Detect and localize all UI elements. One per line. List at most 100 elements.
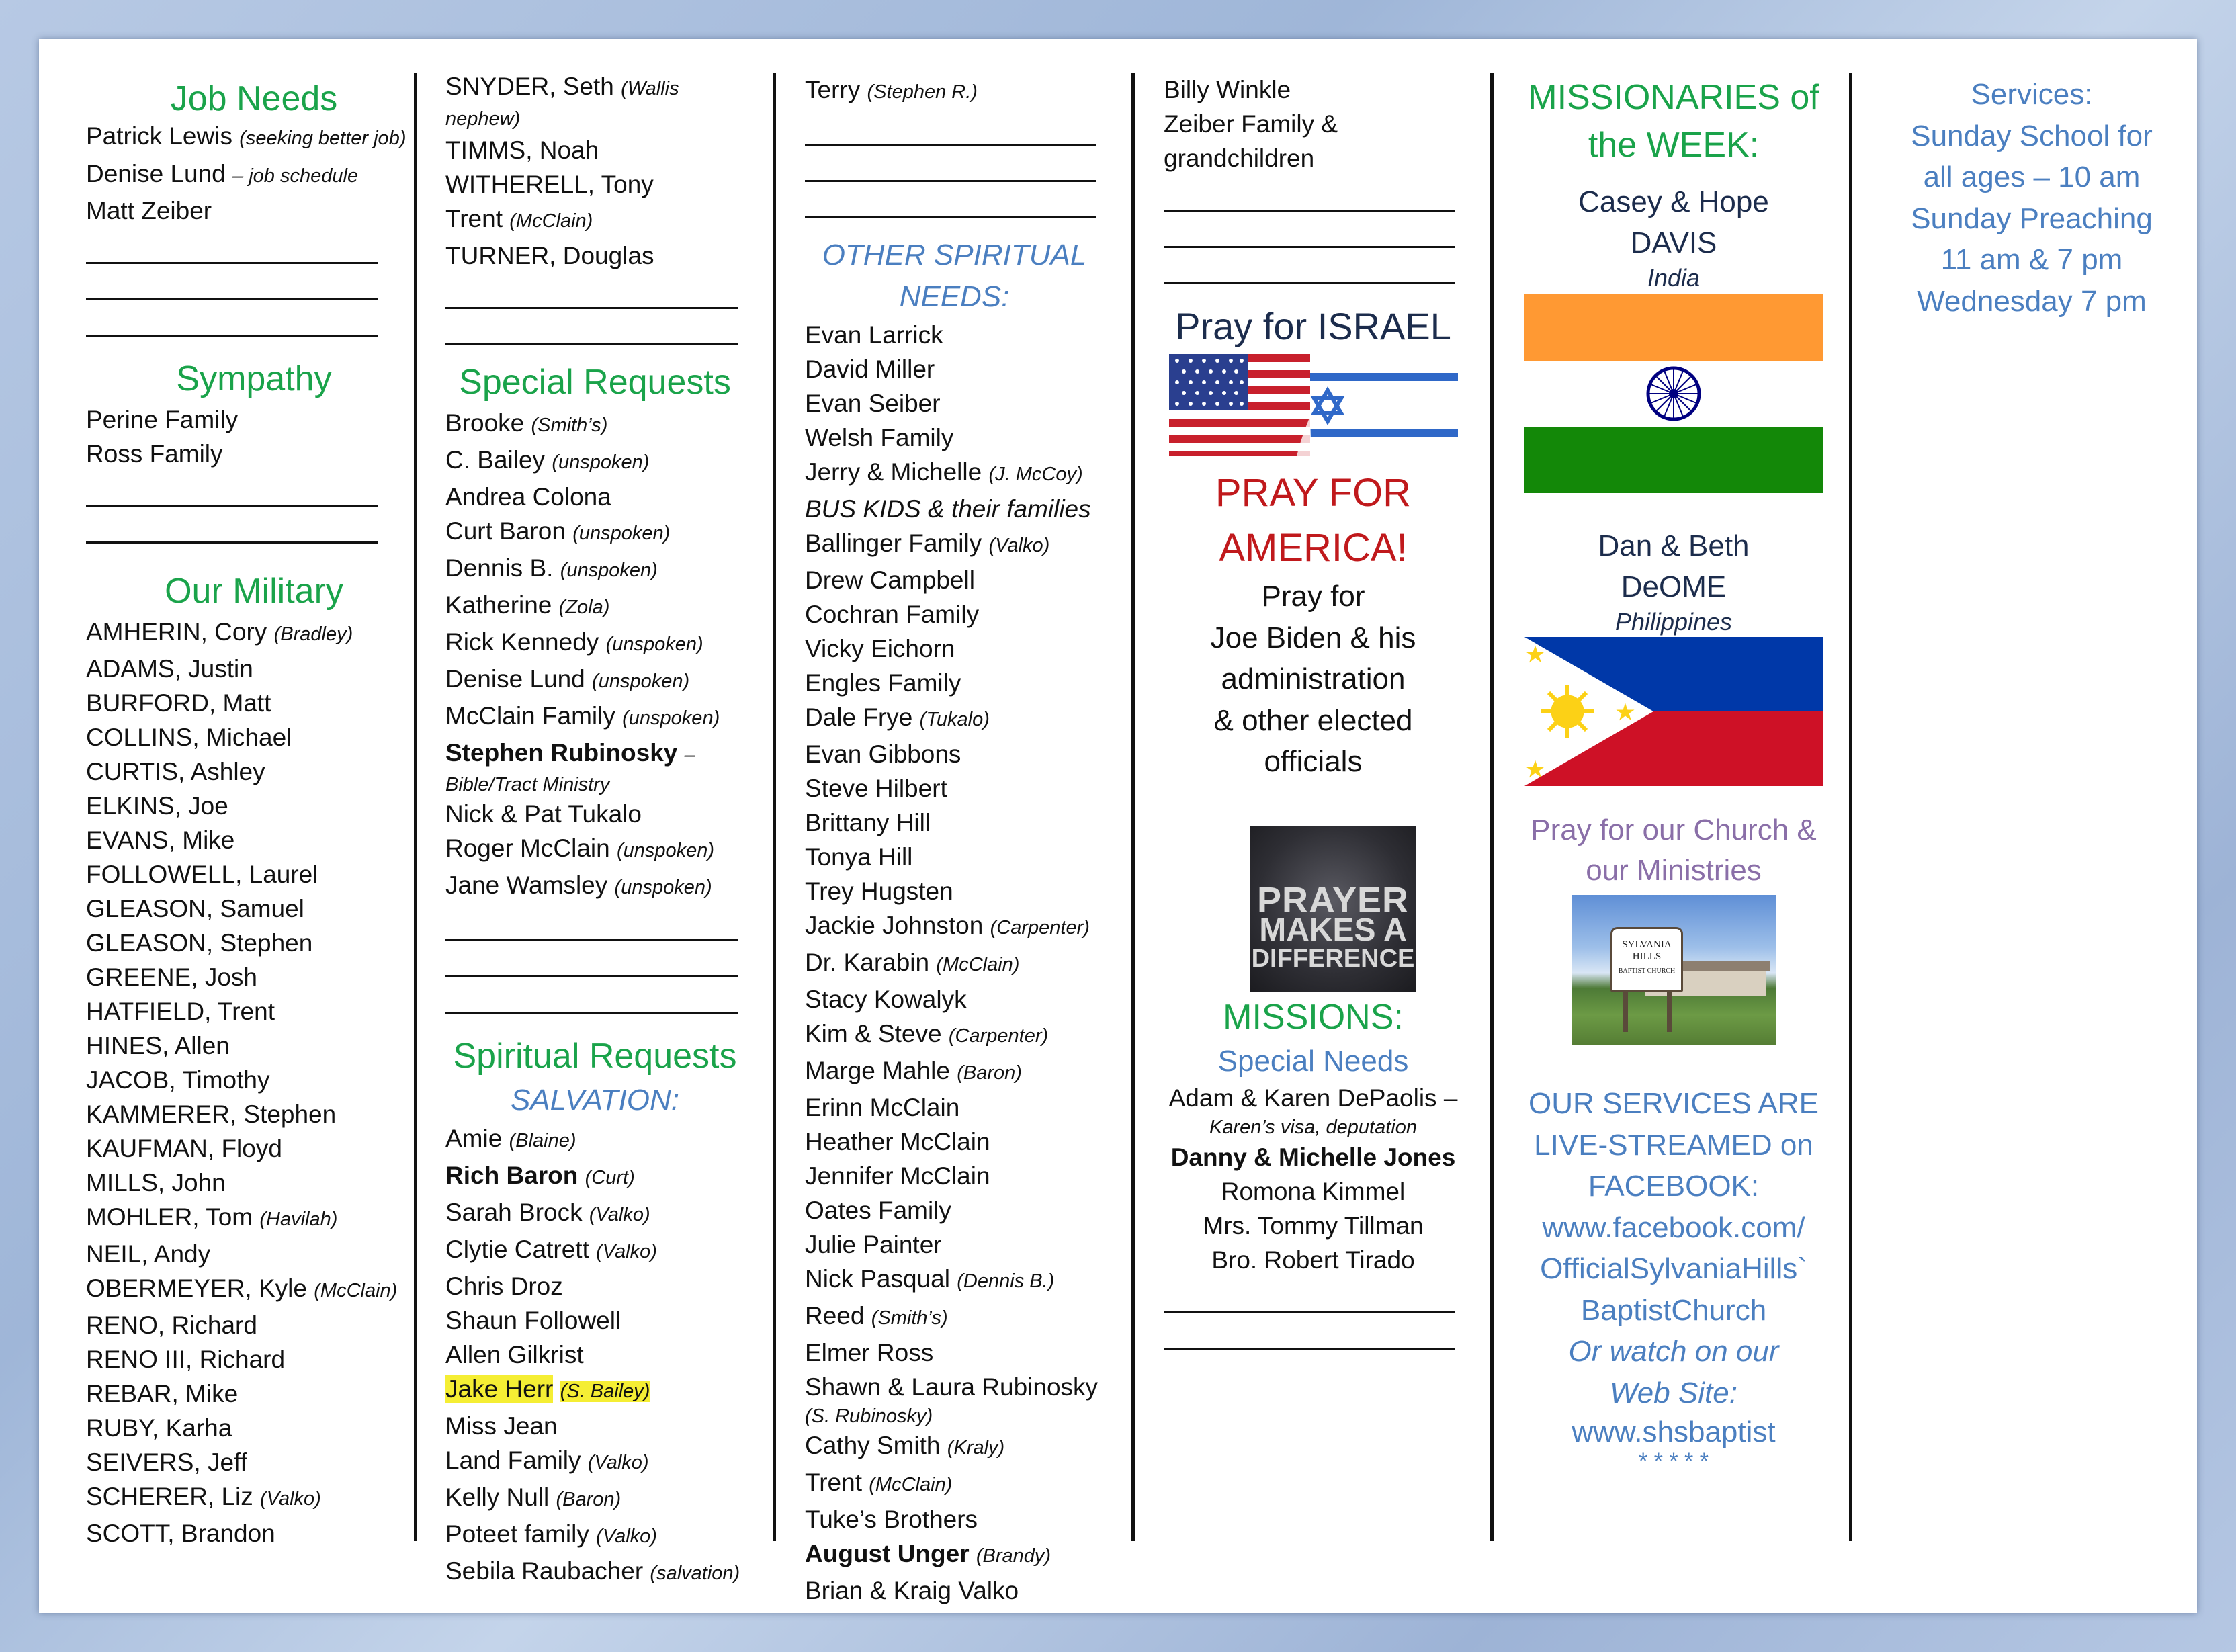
list-item: Trent (McClain) bbox=[445, 205, 593, 232]
list-item: Zeiber Family & bbox=[1164, 110, 1338, 138]
list-item: OBERMEYER, Kyle (McClain) bbox=[86, 1274, 398, 1302]
military-continued-list: SNYDER, Seth (Wallis nephew) TIMMS, Noah… bbox=[445, 73, 795, 273]
military-title: Our Military bbox=[165, 572, 343, 611]
list-item: Allen Gilkrist bbox=[445, 1341, 584, 1368]
column-2: SNYDER, Seth (Wallis nephew) TIMMS, Noah… bbox=[445, 73, 795, 1591]
website-link[interactable]: www.shsbaptist bbox=[1522, 1414, 1825, 1451]
list-item: WITHERELL, Tony bbox=[445, 171, 654, 198]
list-item: Amie (Blaine) bbox=[445, 1125, 576, 1152]
list-item: Roger McClain (unspoken) bbox=[445, 834, 715, 862]
list-item: Billy Winkle bbox=[1164, 76, 1291, 103]
list-item: Terry (Stephen R.) bbox=[805, 76, 978, 103]
column-divider bbox=[414, 73, 417, 1541]
blank-line bbox=[86, 264, 378, 300]
list-item: McClain Family (unspoken) bbox=[445, 702, 720, 730]
list-item: August Unger (Brandy) bbox=[805, 1540, 1051, 1567]
list-item: Andrea Colona bbox=[445, 483, 611, 511]
blank-line bbox=[445, 309, 738, 345]
list-item: Shawn & Laura Rubinosky (S. Rubinosky) bbox=[805, 1373, 1099, 1427]
facebook-link[interactable]: www.facebook.com/ bbox=[1522, 1207, 1825, 1249]
job-needs-title: Job Needs bbox=[170, 79, 338, 118]
prayer-makes-a-difference-image: PRAYER MAKES A DIFFERENCE bbox=[1250, 825, 1416, 992]
list-item: Tonya Hill bbox=[805, 843, 913, 871]
list-item: RENO, Richard bbox=[86, 1311, 257, 1339]
list-item: Trent (McClain) bbox=[805, 1469, 953, 1496]
us-israel-flag-image bbox=[1169, 354, 1458, 456]
list-item: Jackie Johnston (Carpenter) bbox=[805, 912, 1090, 939]
list-item: Kelly Null (Baron) bbox=[445, 1483, 621, 1511]
list-item: AMHERIN, Cory (Bradley) bbox=[86, 618, 353, 646]
live-stream-info: OUR SERVICES ARE LIVE-STREAMED on FACEBO… bbox=[1522, 1083, 1825, 1331]
church-sign-photo: SYLVANIA HILLS BAPTIST CHURCH bbox=[1572, 895, 1776, 1045]
list-item: Elmer Ross bbox=[805, 1339, 934, 1366]
spiritual-requests-title: Spiritual Requests bbox=[453, 1037, 737, 1076]
missionary-2-last: DeOME bbox=[1621, 570, 1727, 603]
list-item: FOLLOWELL, Laurel bbox=[86, 861, 318, 888]
list-item: Sarah Brock (Valko) bbox=[445, 1199, 650, 1226]
blank-line bbox=[1164, 248, 1455, 284]
philippines-flag-image bbox=[1524, 637, 1823, 786]
list-item: TIMMS, Noah bbox=[445, 136, 599, 164]
list-item: Erinn McClain bbox=[805, 1094, 960, 1121]
list-item: Miss Jean bbox=[445, 1412, 558, 1440]
blank-line bbox=[805, 182, 1096, 218]
list-item: ADAMS, Justin bbox=[86, 655, 253, 683]
list-item: Sebila Raubacher (salvation) bbox=[445, 1557, 740, 1585]
list-item: Romona Kimmel bbox=[1221, 1177, 1406, 1205]
list-item: Marge Mahle (Baron) bbox=[805, 1057, 1022, 1084]
list-item: Denise Lund – job schedule bbox=[86, 160, 359, 187]
list-item: Julie Painter bbox=[805, 1231, 942, 1258]
list-item: Brooke (Smith’s) bbox=[445, 409, 608, 437]
india-flag-image bbox=[1524, 294, 1823, 493]
list-item: Dr. Karabin (McClain) bbox=[805, 949, 1020, 976]
column-divider bbox=[1490, 73, 1494, 1541]
list-item: Stacy Kowalyk bbox=[805, 986, 967, 1013]
column-divider bbox=[773, 73, 776, 1541]
column-1: Job Needs Patrick Lewis (seeking better … bbox=[86, 73, 422, 1551]
list-item: Vicky Eichorn bbox=[805, 635, 955, 662]
list-item: Curt Baron (unspoken) bbox=[445, 517, 671, 545]
salvation-list: Amie (Blaine) Rich Baron (Curt) Sarah Broc… bbox=[445, 1121, 795, 1591]
list-item: Steve Hilbert bbox=[805, 775, 947, 802]
list-item: Clytie Catrett (Valko) bbox=[445, 1235, 657, 1263]
list-item: Shaun Followell bbox=[445, 1307, 621, 1334]
blank-line bbox=[1164, 1313, 1455, 1350]
missionaries-title: MISSIONARIES of the WEEK: bbox=[1528, 78, 1819, 165]
list-item: Dale Frye (Tukalo) bbox=[805, 703, 990, 731]
list-item: Evan Larrick bbox=[805, 321, 943, 349]
pray-for-america-heading: PRAY FOR AMERICA! bbox=[1215, 471, 1412, 570]
blank-line bbox=[1164, 1277, 1455, 1313]
list-item: Cathy Smith (Kraly) bbox=[805, 1432, 1005, 1459]
list-item: Ballinger Family (Valko) bbox=[805, 529, 1050, 557]
column-divider bbox=[1131, 73, 1135, 1541]
list-item: Rich Baron (Curt) bbox=[445, 1162, 635, 1189]
pray-for-leaders-text: Pray for Joe Biden & his administration … bbox=[1210, 580, 1416, 778]
list-item: BURFORD, Matt bbox=[86, 689, 271, 717]
special-needs-subtitle: Special Needs bbox=[1217, 1044, 1409, 1078]
list-item: Brian & Kraig Valko bbox=[805, 1577, 1019, 1604]
list-item: TURNER, Douglas bbox=[445, 242, 654, 269]
blank-line bbox=[445, 941, 738, 977]
blank-line bbox=[445, 977, 738, 1014]
list-item: Nick & Pat Tukalo bbox=[445, 800, 642, 828]
list-item: Danny & Michelle Jones bbox=[1170, 1143, 1456, 1171]
list-item: David Miller bbox=[805, 355, 935, 383]
list-item: Patrick Lewis (seeking better job) bbox=[86, 122, 406, 150]
military-list: AMHERIN, Cory (Bradley) ADAMS, Justin BURF… bbox=[86, 615, 422, 1551]
list-item: Land Family (Valko) bbox=[445, 1446, 649, 1474]
missions-title: MISSIONS: bbox=[1223, 997, 1404, 1037]
list-item: Welsh Family bbox=[805, 424, 954, 451]
sympathy-list: Perine Family Ross Family bbox=[86, 402, 422, 471]
list-item: Matt Zeiber bbox=[86, 197, 212, 224]
list-item: RUBY, Karha bbox=[86, 1414, 232, 1442]
list-item: Ross Family bbox=[86, 440, 223, 468]
salvation-title: SALVATION: bbox=[510, 1084, 680, 1117]
missionary-1-last: DAVIS bbox=[1630, 226, 1717, 259]
list-item: JACOB, Timothy bbox=[86, 1066, 270, 1094]
list-item: MOHLER, Tom (Havilah) bbox=[86, 1203, 338, 1231]
list-item: MILLS, John bbox=[86, 1169, 226, 1197]
blank-line bbox=[86, 300, 378, 337]
list-item: NEIL, Andy bbox=[86, 1240, 211, 1268]
list-item: CURTIS, Ashley bbox=[86, 758, 265, 785]
blank-line bbox=[805, 110, 1096, 146]
